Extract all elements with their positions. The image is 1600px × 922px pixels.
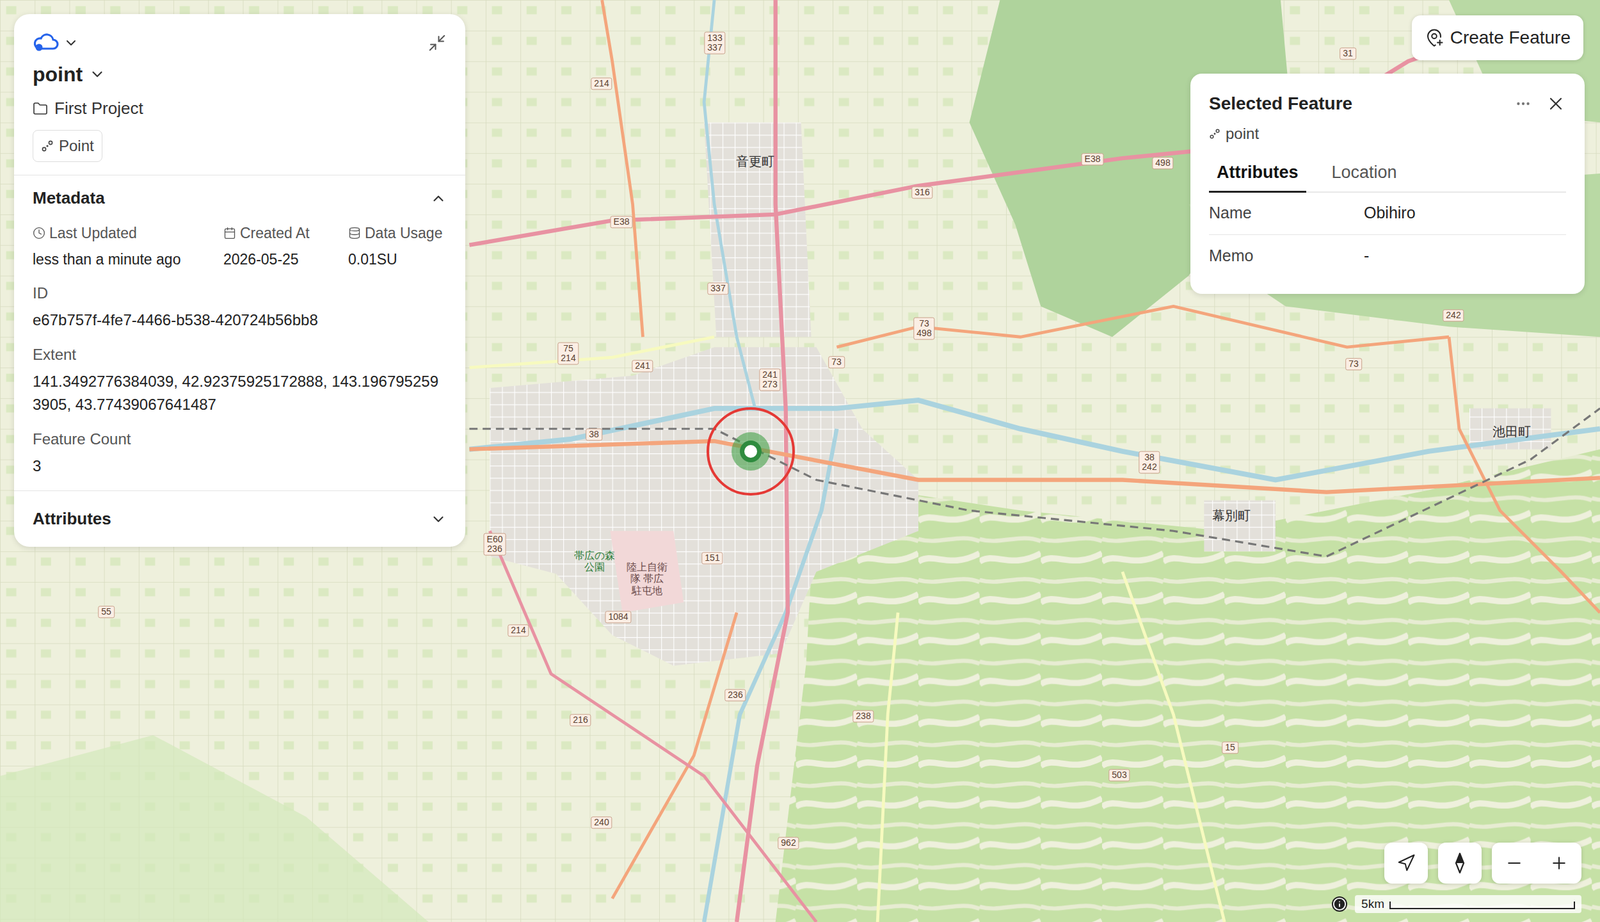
road-shield: 242 <box>1442 309 1464 322</box>
database-icon <box>348 226 361 240</box>
attribution-button[interactable] <box>1331 896 1348 912</box>
metadata-field: Created At2026-05-25 <box>223 222 349 271</box>
create-feature-button[interactable]: Create Feature <box>1411 15 1584 61</box>
workspace-switcher[interactable] <box>32 33 79 53</box>
scale-bar: 5km <box>1354 894 1582 913</box>
place-label: 帯広の森公園 <box>572 549 616 574</box>
compass-icon <box>1452 851 1467 874</box>
road-shield: 498 <box>1152 156 1174 169</box>
navigation-icon <box>1396 853 1416 873</box>
road-shield: 241273 <box>759 368 781 392</box>
road-shield: 962 <box>777 836 799 849</box>
chevron-down-icon <box>63 35 79 51</box>
metadata-field: Data Usage0.01SU <box>348 222 447 271</box>
road-shield: 1084 <box>604 610 632 623</box>
feature-marker[interactable] <box>706 407 795 496</box>
project-link[interactable]: First Project <box>32 96 447 121</box>
road-shield: 73 <box>1345 357 1362 370</box>
road-shield: 503 <box>1108 768 1130 781</box>
chevron-down-icon <box>88 65 106 83</box>
road-shield: 214 <box>507 624 529 637</box>
attributes-header[interactable]: Attributes <box>14 490 466 547</box>
point-layer-icon <box>1208 128 1221 140</box>
road-shield: E38 <box>1081 152 1104 166</box>
road-shield: 316 <box>911 186 933 199</box>
attribute-row: NameObihiro <box>1208 192 1567 235</box>
road-shield: E60236 <box>483 533 507 556</box>
compass-button[interactable] <box>1438 842 1482 884</box>
road-shield: 38 <box>585 428 603 441</box>
chevron-up-icon <box>430 190 447 207</box>
road-shield: 75214 <box>557 342 579 365</box>
road-shield: 238 <box>852 709 874 722</box>
road-shield: E38 <box>610 215 633 228</box>
metadata-field: Last Updatedless than a minute ago <box>32 222 224 271</box>
metadata-section: Metadata Last Updatedless than a minute a… <box>14 175 466 491</box>
metadata-field: IDe67b757f-4fe7-4466-b538-420724b56bb8 <box>32 281 447 332</box>
map-app: 音更町池田町幕別町帯広の森公園陸上自衛隊 帯広駐屯地 38 241 241273 337… <box>0 0 1600 922</box>
zoom-out-button[interactable] <box>1491 842 1537 884</box>
place-label: 幕別町 <box>1212 505 1251 525</box>
zoom-in-button[interactable] <box>1536 842 1582 884</box>
layer-title[interactable]: point <box>32 61 447 88</box>
road-shield: 337 <box>707 282 729 295</box>
place-label: 音更町 <box>736 151 775 171</box>
calendar-icon <box>223 226 237 240</box>
selected-feature-panel: Selected FeaturepointAttributesLocationN… <box>1190 73 1585 294</box>
tab[interactable]: Attributes <box>1208 159 1307 193</box>
road-shield: 214 <box>590 77 612 90</box>
point-layer-icon <box>40 139 54 153</box>
clock-icon <box>32 226 46 240</box>
layer-panel: point First Project Point Metadata Last Upda… <box>14 14 466 547</box>
folder-icon <box>32 101 48 117</box>
road-shield: 133337 <box>704 32 726 55</box>
close-icon[interactable] <box>1545 93 1567 114</box>
more-icon[interactable] <box>1514 95 1532 112</box>
place-label: 陸上自衛隊 帯広駐屯地 <box>625 561 669 597</box>
metadata-header[interactable]: Metadata <box>32 185 447 211</box>
logo-icon <box>32 33 60 53</box>
metadata-field: Extent141.3492776384039, 42.923759251728… <box>32 343 447 416</box>
road-shield: 236 <box>724 688 746 701</box>
zoom-controls <box>1491 842 1582 884</box>
road-shield: 15 <box>1221 741 1239 754</box>
selection-ring <box>706 407 795 496</box>
collapse-icon[interactable] <box>427 33 447 53</box>
road-shield: 240 <box>590 816 612 829</box>
road-shield: 73498 <box>913 317 935 340</box>
minus-icon <box>1504 853 1524 873</box>
geometry-type-badge: Point <box>32 129 103 162</box>
road-shield: 73 <box>828 355 845 368</box>
chevron-down-icon <box>430 510 447 528</box>
place-label: 池田町 <box>1492 421 1531 441</box>
road-shield: 55 <box>97 605 115 618</box>
locate-button[interactable] <box>1384 842 1428 884</box>
road-shield: 31 <box>1339 47 1357 60</box>
info-icon <box>1332 896 1347 911</box>
road-shield: 151 <box>701 551 723 564</box>
road-shield: 241 <box>631 359 653 372</box>
road-shield: 216 <box>569 713 591 726</box>
attribute-row: Memo- <box>1208 234 1567 278</box>
tab-bar: Attributes Location <box>1208 159 1567 193</box>
map-pin-plus-icon <box>1424 28 1444 48</box>
tab[interactable]: Location <box>1324 159 1405 193</box>
plus-icon <box>1549 853 1569 873</box>
road-shield: 38242 <box>1138 451 1160 474</box>
metadata-field: Feature Count3 <box>32 427 447 478</box>
